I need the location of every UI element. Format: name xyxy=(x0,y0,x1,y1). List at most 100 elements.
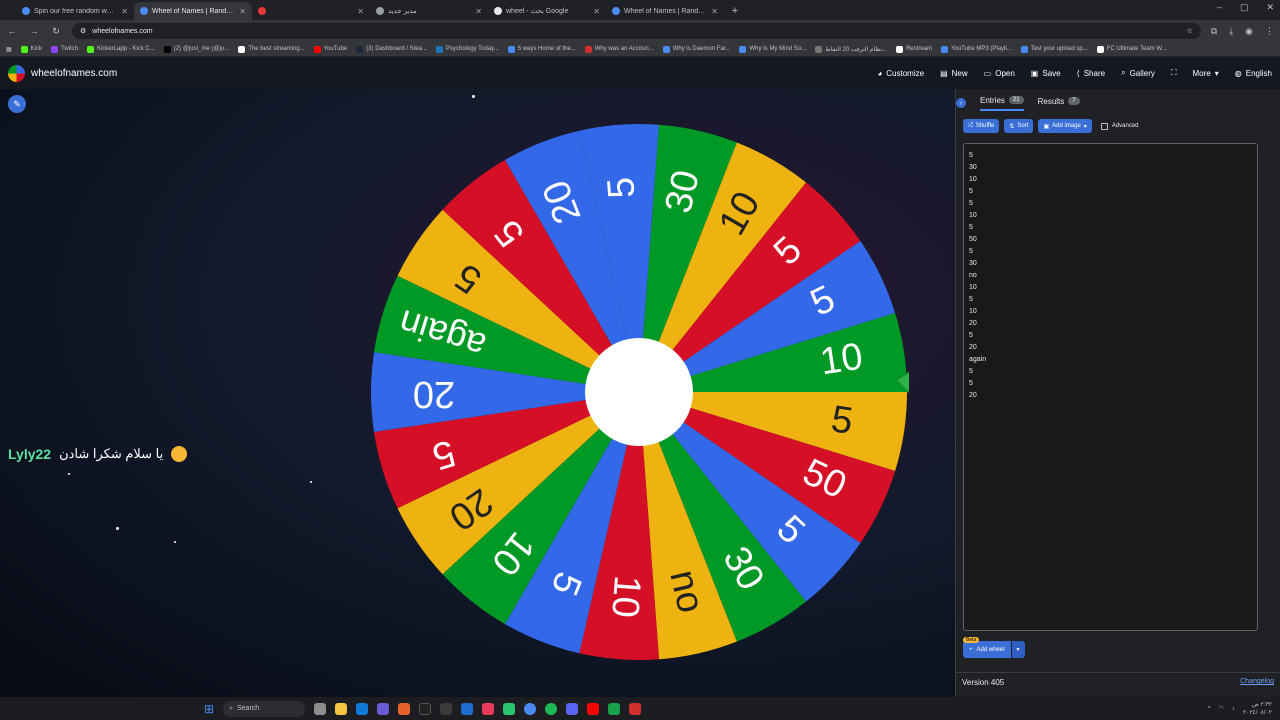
chrome-icon[interactable] xyxy=(524,702,537,715)
bookmark-item[interactable]: FC Ultimate Team W... xyxy=(1096,45,1167,53)
site-logo-icon[interactable] xyxy=(8,64,25,82)
app-icon[interactable] xyxy=(503,702,516,715)
bookmark-item[interactable]: (2) @just_me (@ju... xyxy=(163,45,229,53)
download-icon[interactable]: ⤓ xyxy=(1229,26,1233,37)
bookmark-item[interactable]: نظام الترقب 20 التقاط... xyxy=(815,45,887,53)
apps-grid-icon[interactable]: ▦ xyxy=(6,46,12,53)
app-icon[interactable] xyxy=(482,702,495,715)
bookmark-item[interactable]: Why is Daemon Far... xyxy=(662,45,730,53)
tab-entries[interactable]: Entries 21 xyxy=(980,96,1024,111)
add-wheel-dropdown[interactable]: ▾ xyxy=(1010,641,1025,658)
menu-open[interactable]: ▭ Open xyxy=(984,69,1015,78)
app-icon[interactable] xyxy=(398,702,411,715)
bookmark-item[interactable]: Kick xyxy=(20,45,42,53)
back-icon[interactable]: ← xyxy=(6,26,18,36)
spotify-icon[interactable] xyxy=(545,702,558,715)
close-tab-icon[interactable]: ✕ xyxy=(357,7,364,16)
app-icon[interactable] xyxy=(377,702,390,715)
add-image-button[interactable]: ▣ Add image ▾ xyxy=(1038,119,1092,133)
site-name[interactable]: wheelofnames.com xyxy=(31,68,117,79)
menu-customize[interactable]: ◕ Customize xyxy=(877,69,924,78)
close-tab-icon[interactable]: ✕ xyxy=(475,7,482,16)
windows-start-icon[interactable]: ⊞ xyxy=(204,702,214,716)
bookmark-star-icon[interactable]: ☆ xyxy=(1186,27,1192,35)
xbox-icon[interactable] xyxy=(608,702,621,715)
close-tab-icon[interactable]: ✕ xyxy=(711,7,718,16)
close-window-icon[interactable]: ✕ xyxy=(1266,2,1274,13)
minimize-icon[interactable]: – xyxy=(1217,2,1222,13)
profile-icon[interactable]: ◉ xyxy=(1245,26,1253,37)
tray-chevron-icon[interactable]: ^ xyxy=(1208,706,1211,712)
close-tab-icon[interactable]: ✕ xyxy=(121,7,128,16)
volume-icon[interactable]: ♪ xyxy=(1232,706,1235,712)
browser-tab[interactable]: مدير جديد ✕ xyxy=(370,2,488,20)
discord-icon[interactable] xyxy=(566,702,579,715)
edit-pencil-icon[interactable]: ✎ xyxy=(8,95,26,113)
bookmark-item[interactable]: Restream xyxy=(896,45,932,53)
file-explorer-icon[interactable] xyxy=(335,702,348,715)
browser-tab[interactable]: wheel - بحث Google ✕ xyxy=(488,2,606,20)
edge-icon[interactable] xyxy=(356,702,369,715)
site-info-icon[interactable]: ⚙ xyxy=(80,27,86,35)
browser-tab[interactable]: Spin our free random wheel fo✕ xyxy=(16,2,134,20)
bookmark-item[interactable]: KickerLapp - Kick C... xyxy=(87,45,155,53)
app-icon[interactable] xyxy=(461,702,474,715)
youtube-icon[interactable] xyxy=(587,702,600,715)
task-view-icon[interactable] xyxy=(314,702,327,715)
bookmark-item[interactable]: 5 ways Home of the... xyxy=(507,45,576,53)
menu-more[interactable]: More ▾ xyxy=(1193,69,1219,78)
extensions-icon[interactable]: ⧉ xyxy=(1211,26,1217,37)
new-tab-button[interactable]: + xyxy=(728,2,742,20)
browser-menu-icon[interactable]: ⋮ xyxy=(1265,26,1274,37)
advanced-checkbox[interactable] xyxy=(1100,122,1108,130)
menu-english[interactable]: ◍ English xyxy=(1235,69,1272,78)
tab-results[interactable]: Results 7 xyxy=(1038,97,1080,110)
app-icon[interactable] xyxy=(440,702,453,715)
bookmark-item[interactable]: Twitch xyxy=(51,45,78,53)
tab-favicon-icon xyxy=(376,7,384,15)
wifi-icon[interactable]: ◠ xyxy=(1219,705,1224,712)
browser-tab[interactable]: Wheel of Names | Random nam✕ xyxy=(134,2,252,20)
close-tab-icon[interactable]: ✕ xyxy=(239,7,246,16)
url-bar[interactable]: ⚙ wheelofnames.com ☆ xyxy=(72,23,1201,39)
collapse-panel-icon[interactable]: › xyxy=(956,98,966,108)
reload-icon[interactable]: ↻ xyxy=(50,26,62,37)
bookmark-item[interactable]: The best streaming... xyxy=(238,45,305,53)
browser-tab[interactable]: Wheel of Names | Random nam✕ xyxy=(606,2,724,20)
menu-new[interactable]: ▤ New xyxy=(940,69,968,78)
clock[interactable]: ٢:٣٢ ص ٢٠٢٤/٠٨/٠٢ xyxy=(1243,701,1272,717)
add-wheel-button[interactable]: + Add wheel xyxy=(963,641,1011,658)
tiktok-icon[interactable] xyxy=(419,702,432,715)
maximize-icon[interactable]: ▢ xyxy=(1240,2,1249,13)
menu-fullscreen[interactable]: ⛶ xyxy=(1171,68,1177,78)
globe-icon: ◍ xyxy=(1234,68,1242,78)
entry-line: 5 xyxy=(969,188,973,195)
laughing-emoji-icon xyxy=(171,446,188,462)
bookmark-item[interactable]: (3) Dashboard / Stea... xyxy=(356,45,427,53)
entry-line: 20 xyxy=(969,392,977,399)
app-icon[interactable] xyxy=(629,702,642,715)
spin-wheel[interactable]: 5 30 105510550530no1051020520again5520 xyxy=(369,122,909,662)
menu-gallery[interactable]: ⌕ Gallery xyxy=(1121,68,1155,78)
bookmark-item[interactable]: Why Is My Mind So... xyxy=(739,45,806,53)
menu-save[interactable]: ▣ Save xyxy=(1031,69,1061,78)
changelog-link[interactable]: Changelog xyxy=(1240,678,1274,687)
bookmark-item[interactable]: YouTube MP3 (Playli... xyxy=(941,45,1012,53)
browser-tab[interactable]: ✕ xyxy=(252,2,370,20)
bookmark-item[interactable]: YouTube xyxy=(313,45,347,53)
bookmark-item[interactable]: Psychology Today... xyxy=(435,45,499,53)
taskbar-search[interactable]: ⌕ Search xyxy=(223,700,306,717)
shuffle-button[interactable]: ⤮ Shuffle xyxy=(963,119,1000,133)
address-toolbar: ← → ↻ ⚙ wheelofnames.com ☆ ⧉ ⤓ ◉ ⋮ xyxy=(0,20,1280,42)
close-tab-icon[interactable]: ✕ xyxy=(593,7,600,16)
menu-share[interactable]: ⟨ Share xyxy=(1077,69,1105,78)
bookmark-item[interactable]: Why was an Accoun... xyxy=(584,45,654,53)
chevron-down-icon: ▾ xyxy=(1214,68,1219,78)
wheel-center[interactable] xyxy=(585,338,693,446)
sort-button[interactable]: ⇅ Sort xyxy=(1004,119,1034,133)
forward-icon[interactable]: → xyxy=(28,26,40,36)
panel-footer: Version 405 Changelog xyxy=(956,672,1280,687)
advanced-toggle[interactable]: Advanced xyxy=(1100,122,1139,130)
entries-textarea[interactable]: 5 30 10 5 5 10 5 50 5 30 no 10 5 10 20 5 20 again 5 5 20 xyxy=(963,143,1258,631)
bookmark-item[interactable]: Test your upload sp... xyxy=(1020,45,1088,53)
